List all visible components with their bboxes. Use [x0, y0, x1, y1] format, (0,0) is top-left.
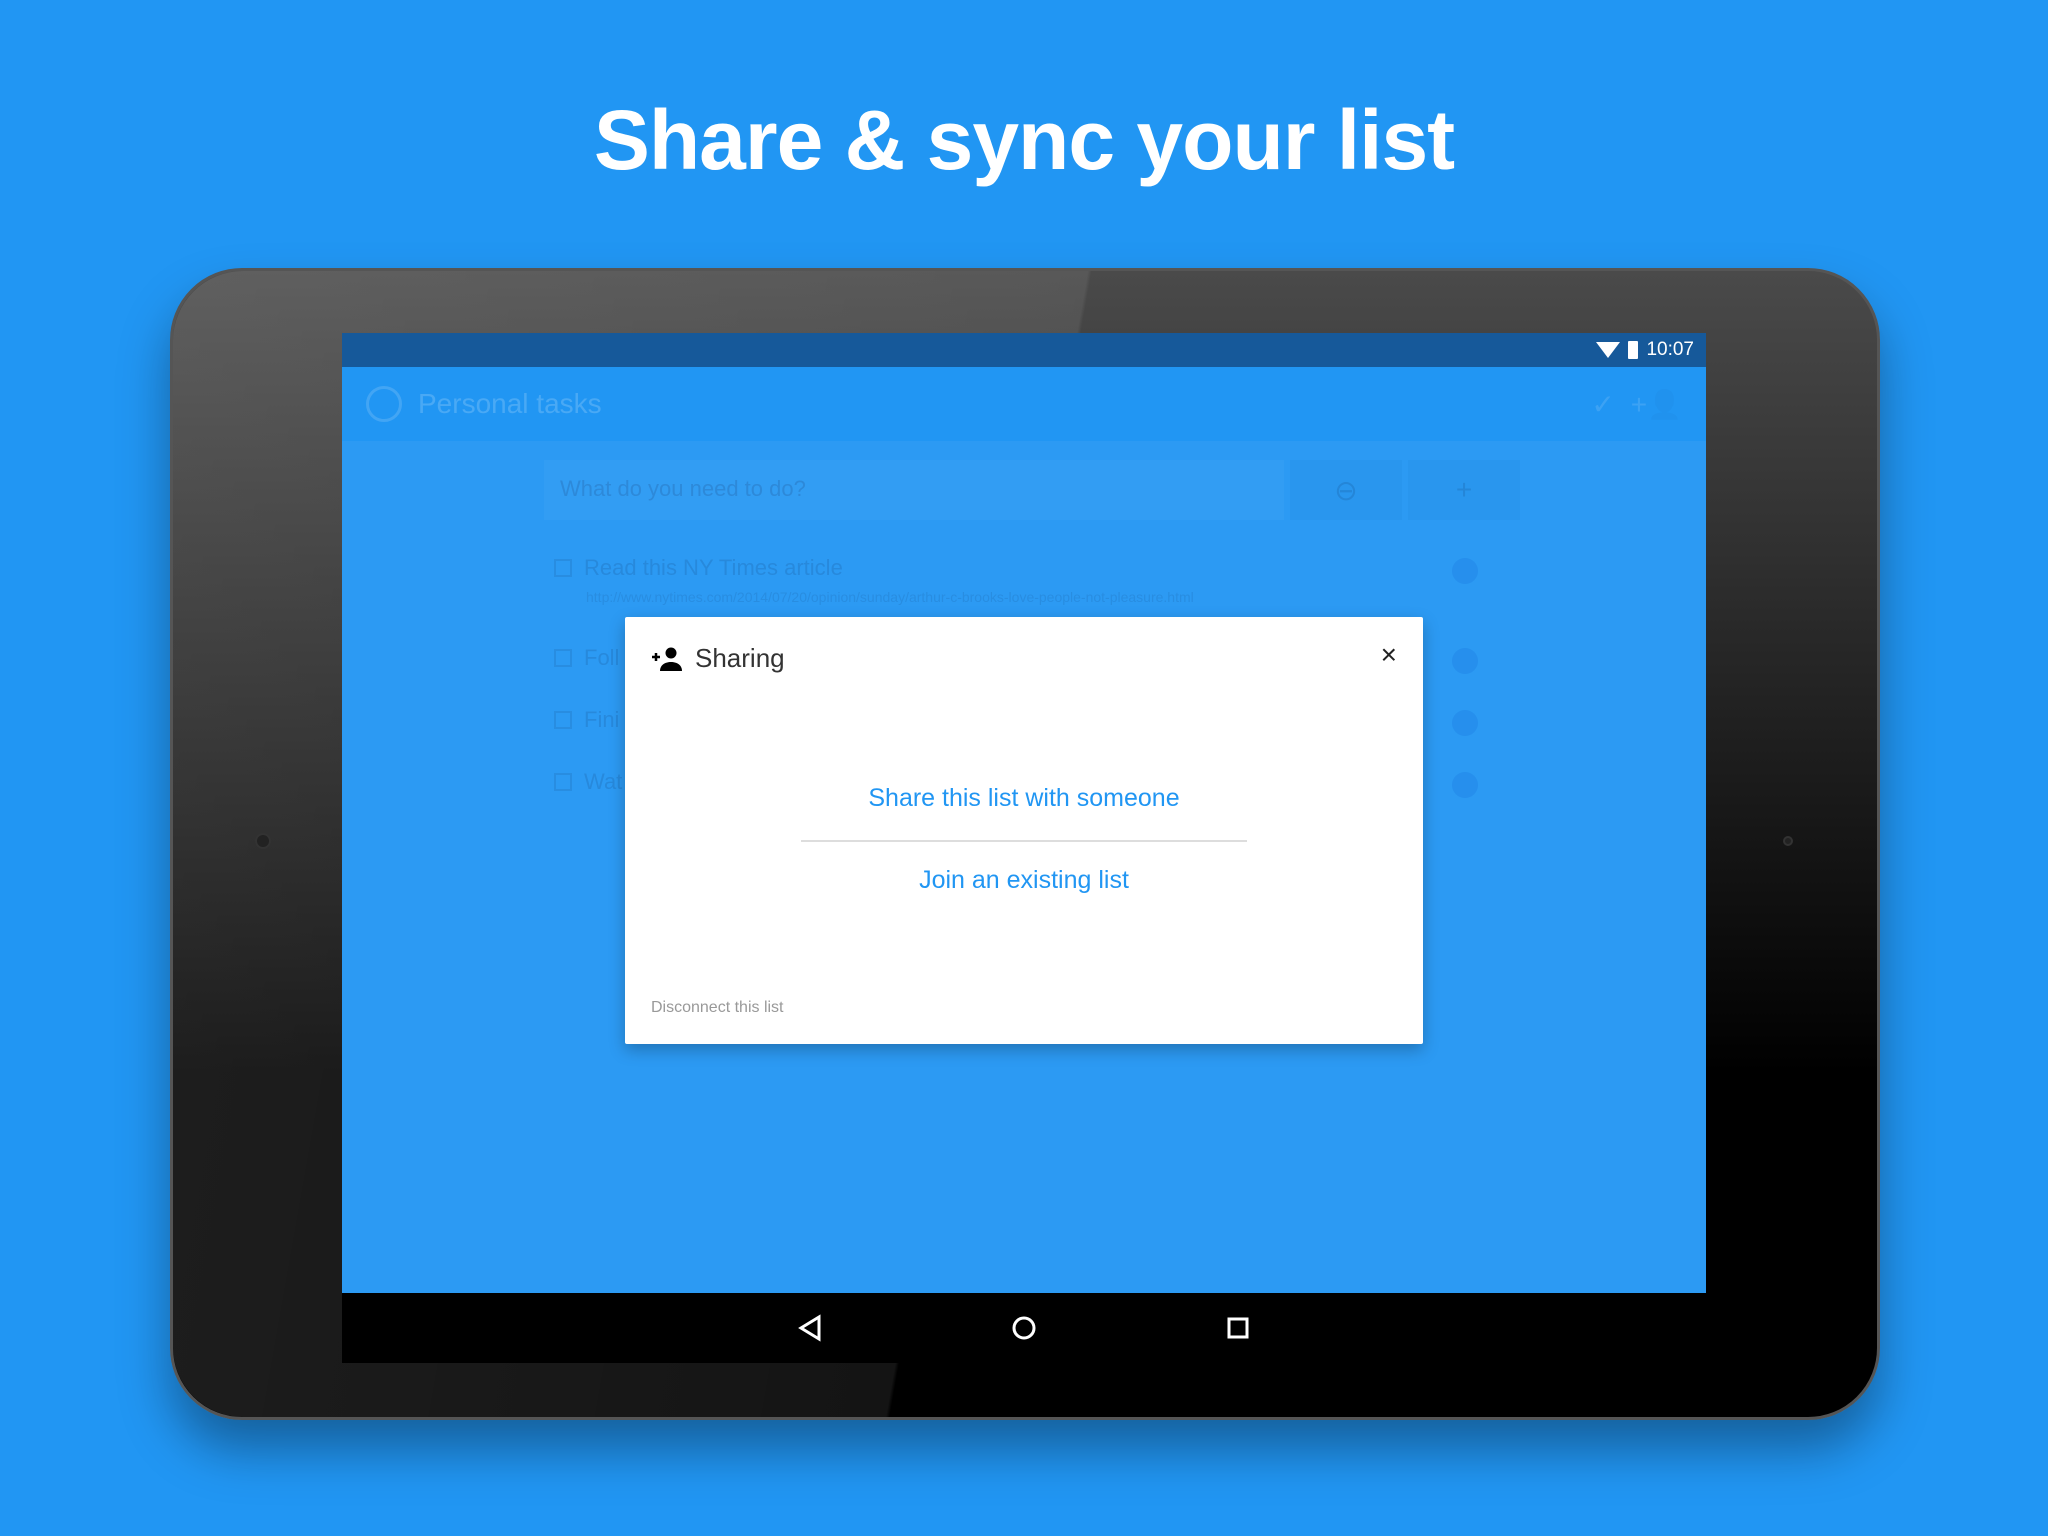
status-bar: 10:07 — [342, 333, 1706, 367]
task-row[interactable]: Fini — [554, 707, 619, 733]
add-task-button[interactable]: + — [1408, 460, 1520, 520]
task-dot — [1452, 772, 1478, 798]
task-input[interactable]: What do you need to do? — [544, 460, 1284, 520]
dialog-title: Sharing — [695, 643, 785, 673]
app-bar: Personal tasks ✓ +👤 — [342, 367, 1706, 441]
add-person-icon[interactable]: +👤 — [1631, 388, 1682, 421]
disconnect-button[interactable]: Disconnect this list — [651, 999, 784, 1017]
back-icon[interactable] — [788, 1306, 832, 1350]
task-dot — [1452, 558, 1478, 584]
sharing-dialog: Sharing × Share this list with someone J… — [625, 617, 1423, 1044]
navigation-bar — [342, 1293, 1706, 1363]
task-title: Wat — [584, 769, 623, 794]
sensor — [1783, 836, 1793, 846]
done-all-icon[interactable]: ✓ — [1591, 388, 1614, 421]
task-url[interactable]: http://www.nytimes.com/2014/07/20/opinio… — [586, 589, 1194, 605]
wifi-icon — [1596, 342, 1621, 358]
recents-icon[interactable] — [1216, 1306, 1260, 1350]
app-logo-icon — [366, 386, 402, 422]
front-camera — [255, 833, 271, 849]
checkbox[interactable] — [554, 649, 572, 667]
add-person-icon — [652, 647, 682, 671]
link-button[interactable]: ⊖ — [1290, 460, 1402, 520]
close-icon[interactable]: × — [1381, 639, 1397, 671]
battery-icon — [1628, 341, 1639, 359]
headline: Share & sync your list — [593, 93, 1455, 187]
checkbox[interactable] — [554, 773, 572, 791]
task-row[interactable]: Read this NY Times article — [554, 555, 843, 581]
status-time: 10:07 — [1646, 339, 1694, 360]
task-title: Fini — [584, 707, 620, 732]
divider — [801, 840, 1247, 842]
home-icon[interactable] — [1002, 1306, 1046, 1350]
list-title: Personal tasks — [418, 388, 602, 419]
task-title: Read this NY Times article — [584, 555, 843, 580]
task-dot — [1452, 710, 1478, 736]
share-list-button[interactable]: Share this list with someone — [625, 784, 1423, 813]
task-dot — [1452, 648, 1478, 674]
checkbox[interactable] — [554, 559, 572, 577]
join-list-button[interactable]: Join an existing list — [625, 866, 1423, 895]
task-title: Foll — [584, 645, 620, 670]
task-row[interactable]: Wat — [554, 769, 622, 795]
checkbox[interactable] — [554, 711, 572, 729]
task-row[interactable]: Foll — [554, 645, 619, 671]
